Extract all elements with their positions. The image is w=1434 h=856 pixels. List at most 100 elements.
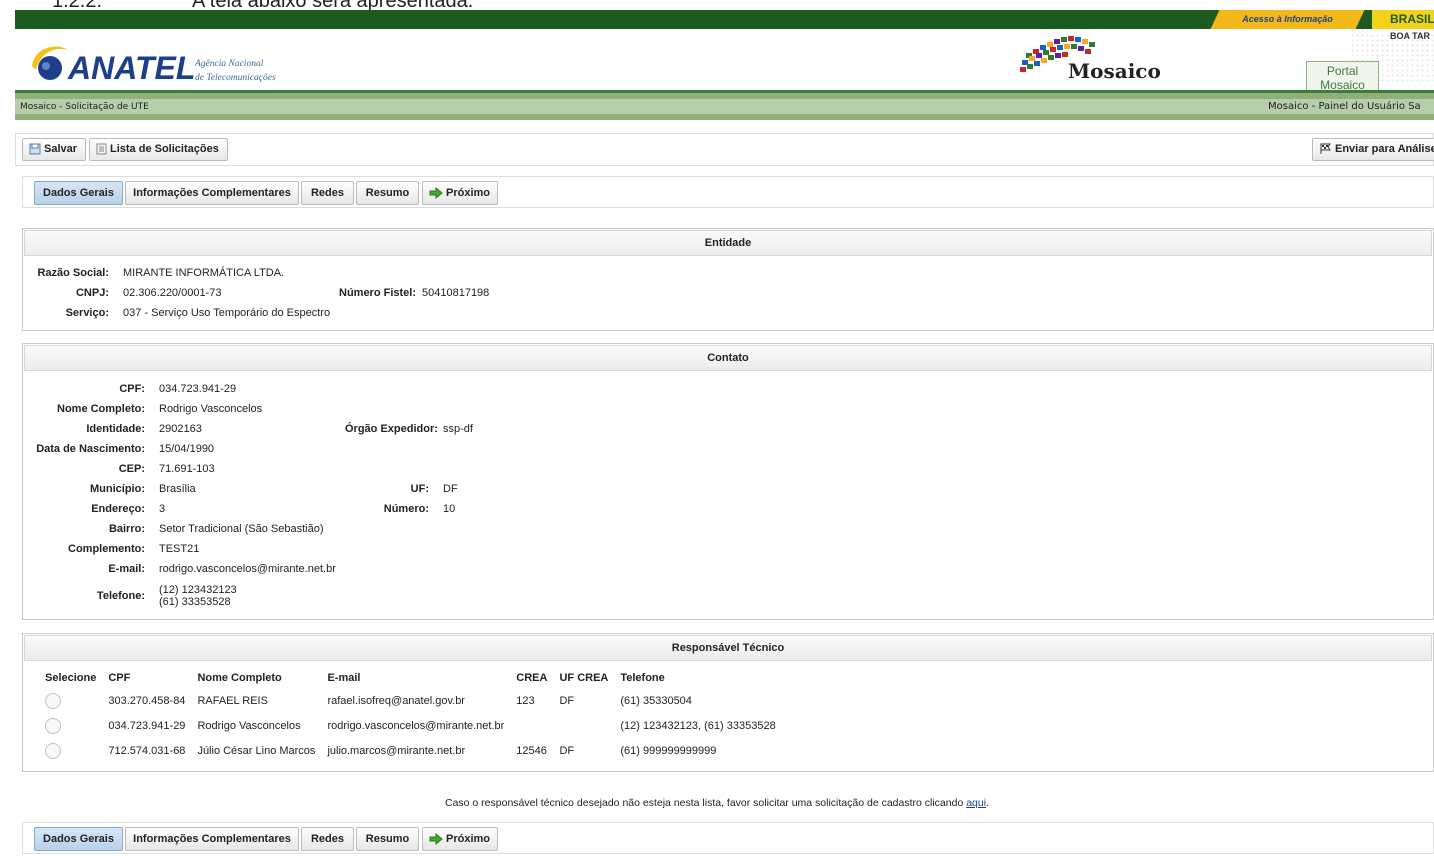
col-selecione: Selecione (45, 672, 97, 684)
tab-resumo[interactable]: Resumo (356, 827, 419, 851)
save-icon (29, 143, 41, 155)
responsavel-title: Responsável Técnico (24, 635, 1432, 661)
cell-crea: 123 (516, 694, 535, 707)
table-header-row: Selecione CPF Nome Completo E-mail CREA … (39, 668, 782, 688)
nascimento-label: Data de Nascimento: (36, 443, 145, 455)
cell-uf-crea: DF (559, 694, 575, 707)
cell-cpf: 034.723.941-29 (108, 719, 186, 732)
tab-dados-gerais[interactable]: Dados Gerais (34, 827, 123, 851)
cell-telefone: (61) 35330504 (620, 694, 692, 707)
cell-crea: 12546 (516, 744, 547, 757)
tab-dados-gerais[interactable]: Dados Gerais (34, 181, 123, 205)
servico-label: Serviço: (65, 307, 109, 319)
telefone-label: Telefone: (96, 590, 145, 602)
telefone-value: (12) 123432123 (61) 33353528 (159, 584, 237, 608)
numero-value: 10 (443, 503, 456, 515)
cell-uf-crea: DF (559, 744, 575, 757)
cnpj-label: CNPJ: (75, 287, 109, 299)
entidade-title: Entidade (24, 230, 1432, 256)
user-panel-link[interactable]: Mosaico - Painel do Usuário Sa (1268, 101, 1421, 112)
bairro-label: Bairro: (108, 523, 145, 535)
mosaico-logo-text: Mosaico (1068, 59, 1161, 83)
cep-label: CEP: (118, 463, 145, 475)
cpf-value: 034.723.941-29 (159, 383, 237, 395)
next-button[interactable]: Próximo (422, 827, 498, 851)
endereco-label: Endereço: (91, 503, 145, 515)
flag-icon (1320, 143, 1331, 155)
numero-label: Número: (383, 503, 429, 515)
nome-label: Nome Completo: (57, 403, 145, 415)
cell-email: rodrigo.vasconcelos@mirante.net.br (327, 719, 505, 732)
save-button[interactable]: Salvar (22, 138, 87, 161)
table-row: 303.270.458-84 RAFAEL REIS rafael.isofre… (39, 688, 782, 713)
table-row: 034.723.941-29 Rodrigo Vasconcelos rodri… (39, 713, 782, 738)
tab-bar-top: Dados Gerais Informações Complementares … (22, 176, 1434, 208)
razao-social-label: Razão Social: (37, 267, 109, 279)
register-link[interactable]: aqui (966, 797, 986, 809)
col-telefone: Telefone (620, 672, 665, 684)
anatel-logo-subtitle: Agência Nacional de Telecomunicações (195, 59, 276, 83)
fistel-label: Número Fistel: (339, 287, 417, 299)
cell-nome: Júlio César Lino Marcos (197, 744, 316, 757)
anatel-logo-icon (32, 46, 68, 80)
list-icon (96, 143, 107, 155)
uf-label: UF: (410, 483, 429, 495)
arrow-right-icon (429, 187, 443, 200)
nascimento-value: 15/04/1990 (159, 443, 215, 455)
orgao-label: Órgão Expedidor: (345, 423, 438, 435)
action-toolbar (15, 133, 1434, 166)
nav-strip (15, 90, 1434, 120)
footnote: Caso o responsável técnico desejado não … (445, 797, 989, 809)
tab-resumo[interactable]: Resumo (356, 181, 419, 205)
col-email: E-mail (327, 672, 361, 684)
cnpj-value: 02.306.220/0001-73 (123, 287, 222, 299)
tab-redes[interactable]: Redes (301, 181, 354, 205)
cell-telefone: (12) 123432123, (61) 33353528 (620, 719, 776, 732)
cell-crea (510, 713, 553, 738)
portal-mosaico-tab[interactable]: Portal Mosaico (1306, 61, 1379, 92)
table-row: 712.574.031-68 Júlio César Lino Marcos j… (39, 738, 782, 763)
contato-panel: Contato CPF: 034.723.941-29 Nome Complet… (22, 343, 1434, 620)
cell-uf-crea (553, 713, 614, 738)
col-crea: CREA (516, 672, 548, 684)
col-cpf: CPF (108, 672, 131, 684)
email-value: rodrigo.vasconcelos@mirante.net.br (159, 563, 336, 575)
select-radio[interactable] (45, 742, 61, 759)
bairro-value: Setor Tradicional (São Sebastião) (159, 523, 324, 535)
orgao-value: ssp-df (443, 423, 473, 435)
complemento-value: TEST21 (159, 543, 200, 555)
access-information-link[interactable]: Acesso à Informação (1210, 10, 1365, 29)
email-label: E-mail: (108, 563, 145, 575)
cep-value: 71.691-103 (159, 463, 215, 475)
entidade-panel: Entidade Razão Social: MIRANTE INFORMÁTI… (22, 228, 1434, 331)
identidade-label: Identidade: (86, 423, 145, 435)
arrow-right-icon (429, 833, 443, 846)
cell-nome: Rodrigo Vasconcelos (197, 719, 301, 732)
tab-informacoes-complementares[interactable]: Informações Complementares (125, 181, 299, 205)
col-uf-crea: UF CREA (559, 672, 609, 684)
complemento-label: Complemento: (68, 543, 145, 555)
municipio-value: Brasília (159, 483, 196, 495)
cell-email: julio.marcos@mirante.net.br (327, 744, 466, 757)
select-radio[interactable] (45, 717, 61, 734)
cell-cpf: 712.574.031-68 (108, 744, 186, 757)
select-radio[interactable] (45, 692, 61, 709)
send-for-analysis-button[interactable]: Enviar para Análise (1312, 138, 1434, 161)
responsavel-tecnico-panel: Responsável Técnico Selecione CPF Nome C… (22, 633, 1434, 772)
cpf-label: CPF: (119, 383, 145, 395)
cell-email: rafael.isofreq@anatel.gov.br (327, 694, 465, 707)
tab-bar-bottom: Dados Gerais Informações Complementares … (22, 822, 1434, 854)
municipio-label: Município: (90, 483, 145, 495)
next-button[interactable]: Próximo (422, 181, 498, 205)
cell-telefone: (61) 999999999999 (620, 744, 717, 757)
tab-informacoes-complementares[interactable]: Informações Complementares (125, 827, 299, 851)
brasil-link[interactable]: BRASIL (1372, 10, 1434, 29)
contato-title: Contato (24, 345, 1432, 371)
anatel-logo-text: ANATEL (68, 50, 196, 86)
greeting: BOA TAR (1390, 31, 1430, 41)
uf-value: DF (443, 483, 458, 495)
request-list-button[interactable]: Lista de Solicitações (89, 138, 228, 161)
nome-value: Rodrigo Vasconcelos (159, 403, 263, 415)
servico-value: 037 - Serviço Uso Temporário do Espectro (123, 307, 331, 319)
tab-redes[interactable]: Redes (301, 827, 354, 851)
